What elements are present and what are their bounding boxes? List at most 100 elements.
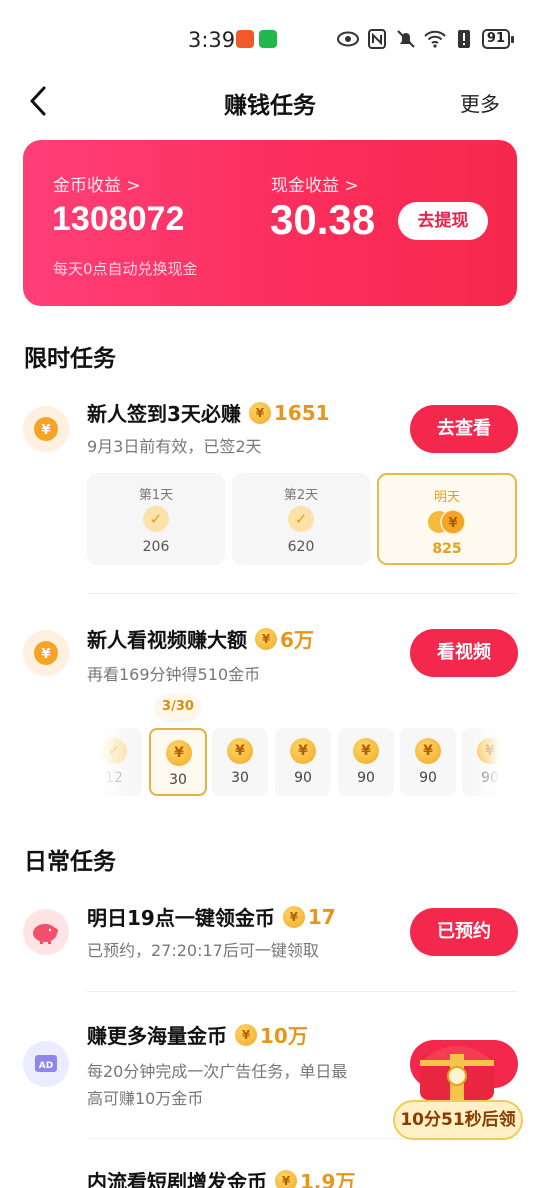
eye-icon xyxy=(336,28,359,50)
daily-task-1-title: 明日19点一键领金币 ¥17 xyxy=(87,902,336,931)
check-icon: ✓ xyxy=(143,506,169,532)
coin-icon: ¥ xyxy=(166,740,192,766)
daily-task-3-reward: ¥1.9万 xyxy=(275,1166,355,1188)
mute-bell-icon xyxy=(395,28,417,50)
video-reward-value: 6万 xyxy=(280,628,314,652)
cash-earnings-link[interactable]: 现金收益 > xyxy=(271,171,359,196)
svg-text:AD: AD xyxy=(39,1061,53,1071)
coin-icon: ¥ xyxy=(235,1023,257,1046)
daily-task-2-title: 赚更多海量金币 ¥10万 xyxy=(87,1020,308,1049)
video-reward-item-current: ¥ 30 xyxy=(149,728,207,796)
video-reward-item: ¥ 30 xyxy=(212,728,268,796)
svg-text:¥: ¥ xyxy=(41,423,50,438)
signin-day-2: 第2天 ✓ 620 xyxy=(232,473,370,565)
reserved-button[interactable]: 已预约 xyxy=(410,908,518,956)
coin-icon: ¥ xyxy=(290,738,316,764)
daily-task-3-name: 内流看短剧增发金币 xyxy=(87,1170,267,1188)
coin-task-icon: ¥ xyxy=(23,630,69,676)
daily-task-2-reward: ¥10万 xyxy=(235,1020,308,1049)
coin-icon: ¥ xyxy=(353,738,379,764)
coin-icon: ¥ xyxy=(282,905,305,928)
daily-task-3-reward-value: 1.9万 xyxy=(300,1170,356,1188)
back-arrow-icon[interactable] xyxy=(26,84,50,118)
svg-text:¥: ¥ xyxy=(448,516,457,531)
cash-earnings-value: 30.38 xyxy=(270,196,376,243)
daily-task-3-title: 内流看短剧增发金币 ¥1.9万 xyxy=(87,1166,355,1188)
video-reward-value: 30 xyxy=(169,772,187,788)
coin-icon: ¥ xyxy=(255,627,277,650)
video-reward-item: ¥ 90 xyxy=(400,728,456,796)
withdraw-button[interactable]: 去提现 xyxy=(398,202,488,240)
video-reward-value: 90 xyxy=(294,770,312,786)
status-icons: 91 xyxy=(336,28,515,50)
day-amount: 825 xyxy=(432,541,462,557)
app-notification-icon xyxy=(236,30,254,48)
more-button[interactable]: 更多 xyxy=(460,88,500,117)
signin-task-name: 新人签到3天必赚 xyxy=(87,402,241,426)
ad-task-icon: AD xyxy=(23,1041,69,1087)
daily-tasks-title: 日常任务 xyxy=(24,849,116,875)
svg-text:¥: ¥ xyxy=(41,647,50,662)
signin-task-subtitle: 9月3日前有效，已签2天 xyxy=(87,437,262,456)
signin-task-title: 新人签到3天必赚 ¥1651 xyxy=(87,398,330,427)
limited-tasks-title: 限时任务 xyxy=(24,346,116,372)
coin-icon: ¥ xyxy=(227,738,253,764)
strip-fade-right xyxy=(470,728,500,796)
video-reward: ¥6万 xyxy=(255,624,314,653)
video-task-subtitle: 再看169分钟得510金币 xyxy=(87,665,261,684)
daily-task-2-reward-value: 10万 xyxy=(260,1024,308,1048)
battery-indicator: 91 xyxy=(481,29,515,49)
daily-task-1-reward: ¥17 xyxy=(282,904,336,929)
daily-task-2-subtitle-line2: 高可赚10万金币 xyxy=(87,1089,204,1108)
nfc-icon xyxy=(366,28,388,50)
video-reward-strip[interactable]: ✓ 12 ¥ 30 ¥ 30 ¥ 90 ¥ 90 ¥ 90 ¥ 90 xyxy=(100,728,500,796)
coin-stack-icon: ¥ xyxy=(428,509,466,535)
day-amount: 206 xyxy=(142,539,170,555)
coin-icon: ¥ xyxy=(248,401,271,424)
video-reward-item: ¥ 90 xyxy=(338,728,394,796)
coin-earnings-value: 1308072 xyxy=(52,200,185,238)
divider xyxy=(87,593,517,594)
coin-earnings-link[interactable]: 金币收益 > xyxy=(53,171,141,196)
coin-icon: ¥ xyxy=(415,738,441,764)
daily-task-2-subtitle-line1: 每20分钟完成一次广告任务，单日最 xyxy=(87,1062,348,1081)
signin-day-1: 第1天 ✓ 206 xyxy=(87,473,225,565)
day-label: 第1天 xyxy=(138,488,174,503)
piggy-bank-icon xyxy=(23,909,69,955)
status-bar: 3:39 91 xyxy=(0,0,540,80)
treasure-chest-icon[interactable] xyxy=(412,1032,502,1102)
video-task-title: 新人看视频赚大额 ¥6万 xyxy=(87,624,314,653)
video-reward-item: ¥ 90 xyxy=(275,728,331,796)
video-task-name: 新人看视频赚大额 xyxy=(87,628,247,652)
day-label: 第2天 xyxy=(283,488,319,503)
alert-icon xyxy=(453,28,475,50)
daily-task-2-name: 赚更多海量金币 xyxy=(87,1024,227,1048)
watch-video-button[interactable]: 看视频 xyxy=(410,629,518,677)
exchange-note: 每天0点自动兑换现金 xyxy=(53,260,198,278)
check-icon: ✓ xyxy=(288,506,314,532)
day-label: 明天 xyxy=(433,490,460,505)
video-reward-value: 30 xyxy=(231,770,249,786)
status-time: 3:39 xyxy=(188,28,236,52)
signin-reward: ¥1651 xyxy=(248,400,330,425)
nav-bar: 赚钱任务 更多 xyxy=(0,78,540,124)
video-reward-value: 90 xyxy=(357,770,375,786)
wifi-icon xyxy=(424,28,446,50)
page-title: 赚钱任务 xyxy=(224,93,316,119)
video-progress-badge: 3/30 xyxy=(156,694,200,720)
signin-day-tomorrow[interactable]: 明天 ¥ 825 xyxy=(377,473,517,565)
day-amount: 620 xyxy=(287,539,315,555)
daily-task-1-name: 明日19点一键领金币 xyxy=(87,906,275,930)
view-signin-button[interactable]: 去查看 xyxy=(410,405,518,453)
divider xyxy=(87,991,517,992)
earnings-card: 金币收益 > 1308072 现金收益 > 30.38 去提现 每天0点自动兑换… xyxy=(23,140,517,306)
wechat-notification-icon xyxy=(259,30,277,48)
daily-task-1-reward-value: 17 xyxy=(307,904,336,929)
coin-icon: ¥ xyxy=(275,1169,297,1188)
chest-countdown: 10分51秒后领 xyxy=(393,1100,523,1140)
daily-task-1-subtitle: 已预约，27:20:17后可一键领取 xyxy=(87,941,319,960)
strip-fade-left xyxy=(100,728,130,796)
signin-reward-value: 1651 xyxy=(273,400,330,425)
video-reward-value: 90 xyxy=(419,770,437,786)
coin-task-icon: ¥ xyxy=(23,406,69,452)
